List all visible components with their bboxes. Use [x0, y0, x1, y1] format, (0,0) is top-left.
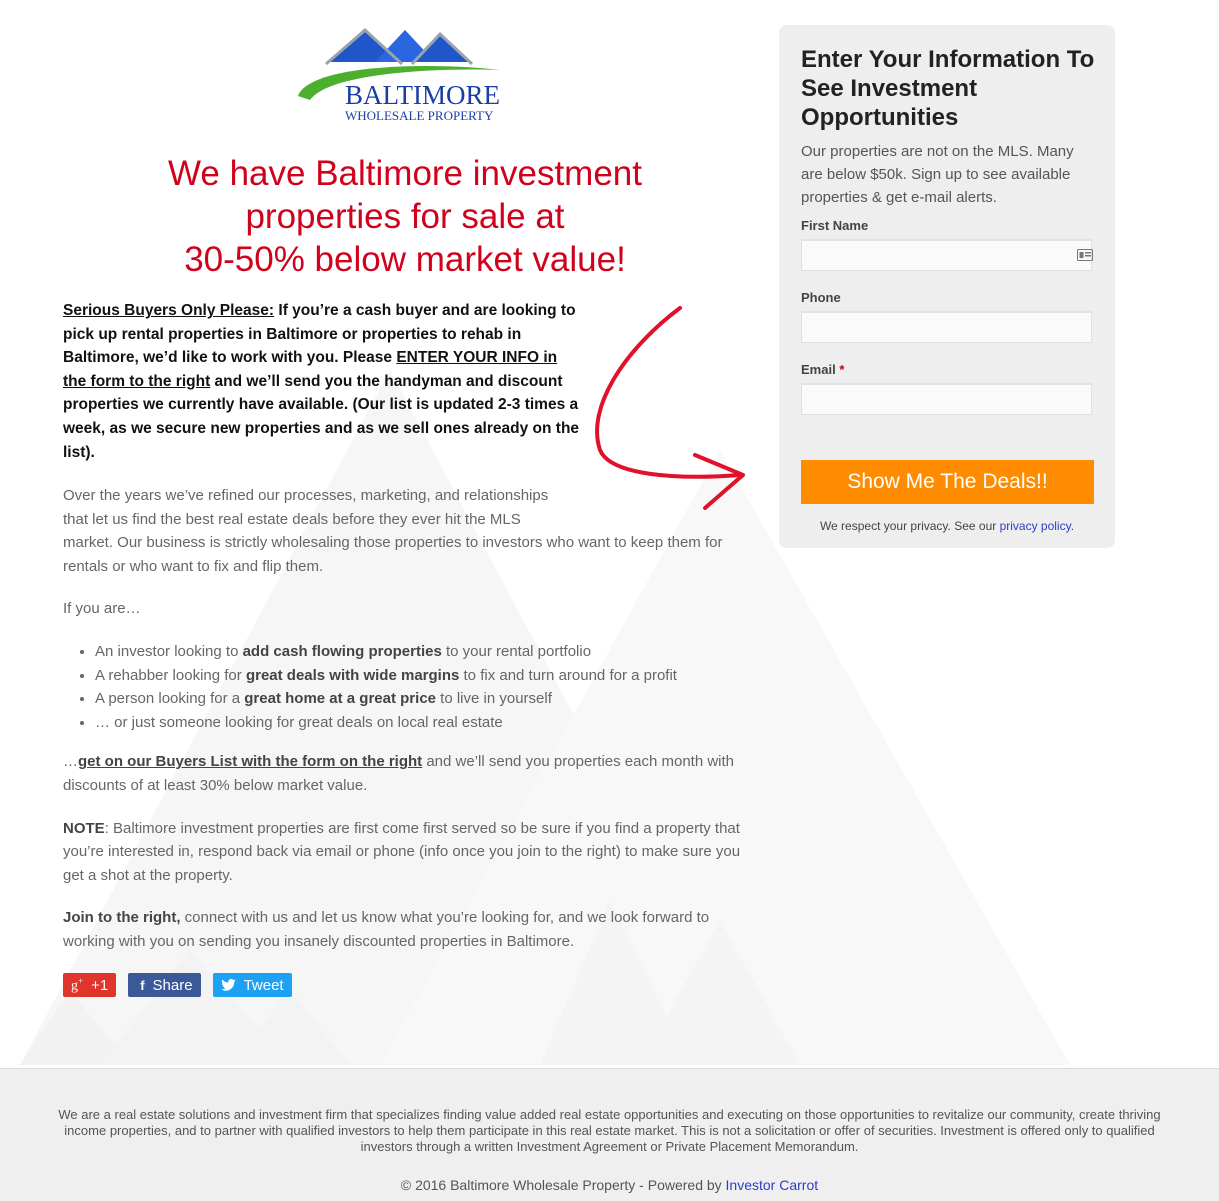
email-label: Email *: [801, 362, 844, 377]
page-footer: We are a real estate solutions and inves…: [0, 1068, 1219, 1201]
logo-text-line2: WHOLESALE PROPERTY: [345, 108, 494, 123]
house-roof-logo-icon: BALTIMORE WHOLESALE PROPERTY: [290, 24, 520, 130]
phone-label: Phone: [801, 290, 841, 305]
copyright-text: © 2016 Baltimore Wholesale Property - Po…: [400, 1177, 726, 1193]
twitter-bird-icon: [220, 979, 236, 991]
facebook-icon: f: [140, 977, 145, 993]
list-item-text: An investor looking to: [95, 642, 243, 660]
list-item: … or just someone looking for great deal…: [95, 711, 753, 735]
form-subtitle: Our properties are not on the MLS. Many …: [801, 143, 1074, 206]
intro-paragraph: Serious Buyers Only Please: If you’re a …: [63, 299, 583, 464]
social-share-bar: g+ +1 f Share Tweet: [63, 973, 292, 997]
privacy-note: We respect your privacy. See our privacy…: [779, 519, 1115, 533]
google-plus-label: +1: [91, 976, 109, 994]
list-item: A person looking for a great home at a g…: [95, 687, 753, 711]
if-you-are-text: If you are…: [63, 600, 141, 618]
list-item: An investor looking to add cash flowing …: [95, 640, 753, 664]
benefits-list: An investor looking to add cash flowing …: [63, 640, 753, 734]
form-title: Enter Your Information To See Investment…: [801, 46, 1095, 131]
list-item-text: to fix and turn around for a profit: [459, 666, 677, 684]
privacy-text: We respect your privacy. See our: [819, 519, 1000, 533]
logo-text-line1: BALTIMORE: [345, 80, 500, 110]
required-asterisk: *: [839, 362, 845, 377]
list-item-bold: great deals with wide margins: [245, 666, 460, 684]
privacy-period: .: [1070, 519, 1075, 533]
contact-card-icon[interactable]: [1077, 249, 1093, 261]
twitter-tweet-button[interactable]: Tweet: [212, 973, 292, 997]
show-deals-submit-button[interactable]: Show Me The Deals!!: [801, 460, 1094, 504]
footer-copyright: © 2016 Baltimore Wholesale Property - Po…: [0, 1177, 1219, 1193]
headline-line-3: 30-50% below market value!: [184, 240, 626, 279]
red-arrow-icon: [595, 306, 745, 510]
list-item-bold: add cash flowing properties: [242, 642, 442, 660]
google-plus-button[interactable]: g+ +1: [63, 973, 117, 997]
first-name-label: First Name: [801, 218, 869, 233]
twitter-tweet-label: Tweet: [243, 976, 284, 994]
intro-lead: Serious Buyers Only Please:: [63, 302, 275, 319]
privacy-policy-link[interactable]: privacy policy: [1000, 519, 1071, 533]
join-label: Join to the right,: [63, 909, 181, 927]
headline-line-2: properties for sale at: [245, 197, 565, 236]
list-item-text: … or just someone looking for great deal…: [95, 713, 503, 731]
first-name-input[interactable]: [801, 239, 1092, 271]
note-text: : Baltimore investment properties are fi…: [63, 819, 741, 884]
facebook-share-label: Share: [152, 976, 193, 994]
email-input[interactable]: [801, 383, 1092, 415]
buyers-list-paragraph: …get on our Buyers List with the form on…: [63, 750, 753, 797]
list-item-text: to live in yourself: [436, 690, 552, 708]
note-label: NOTE: [63, 819, 105, 837]
list-item: A rehabber looking for great deals with …: [95, 664, 753, 688]
body-paragraph-1b: market. Our business is strictly wholesa…: [63, 534, 723, 575]
headline-line-1: We have Baltimore investment: [167, 154, 642, 193]
body-paragraph-1a: Over the years we’ve refined our process…: [63, 487, 549, 528]
investor-carrot-link[interactable]: Investor Carrot: [726, 1177, 819, 1193]
email-label-text: Email: [801, 362, 836, 377]
buyers-list-link[interactable]: get on our Buyers List with the form on …: [78, 753, 422, 770]
list-item-text: A person looking for a: [95, 690, 245, 708]
list-item-text: A rehabber looking for: [95, 666, 246, 684]
facebook-share-button[interactable]: f Share: [128, 973, 201, 997]
body-copy: Over the years we’ve refined our process…: [63, 484, 753, 973]
footer-disclaimer: We are a real estate solutions and inves…: [58, 1107, 1161, 1154]
signup-form-panel: Enter Your Information To See Investment…: [779, 25, 1115, 548]
join-paragraph: Join to the right, connect with us and l…: [63, 906, 753, 953]
note-paragraph: NOTE: Baltimore investment properties ar…: [63, 817, 753, 888]
google-plus-icon: g+: [71, 975, 84, 994]
company-logo[interactable]: BALTIMORE WHOLESALE PROPERTY: [290, 24, 520, 130]
list-item-text: to your rental portfolio: [441, 642, 592, 660]
buyers-prefix: …: [63, 753, 78, 771]
list-item-bold: great home at a great price: [244, 690, 436, 708]
page-headline: We have Baltimore investment properties …: [130, 152, 680, 281]
phone-input[interactable]: [801, 311, 1092, 343]
